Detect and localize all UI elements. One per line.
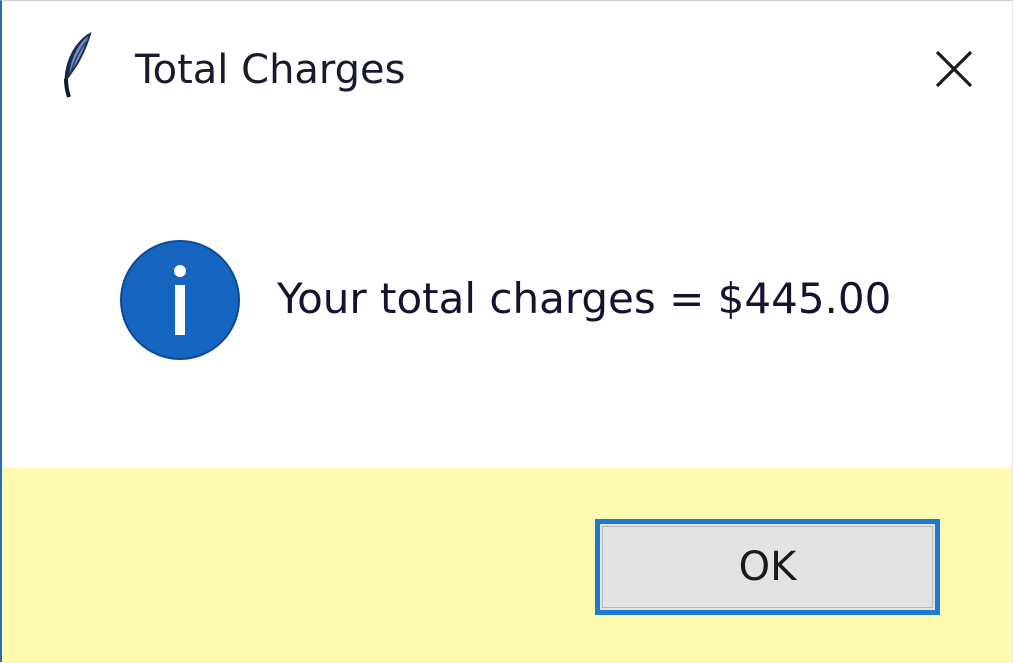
window-title: Total Charges (135, 47, 406, 93)
title-bar[interactable]: Total Charges (2, 1, 1012, 141)
dialog-window: Total Charges Your total charges = $445.… (0, 0, 1013, 663)
ok-button-label: OK (738, 544, 797, 590)
close-button[interactable] (917, 36, 991, 106)
dialog-content: Your total charges = $445.00 (2, 141, 1012, 468)
ok-button[interactable]: OK (595, 519, 940, 615)
dialog-message: Your total charges = $445.00 (277, 274, 892, 323)
feather-icon (57, 31, 97, 101)
button-bar: OK (2, 468, 1012, 663)
info-icon (118, 238, 242, 362)
close-icon (935, 50, 973, 88)
